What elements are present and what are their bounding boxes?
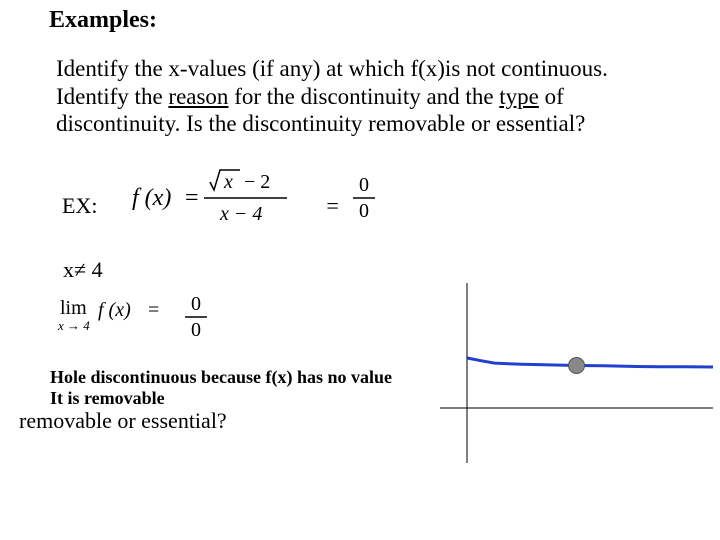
example-label: EX: (62, 193, 97, 219)
prompt-line-2c: of (539, 84, 564, 109)
answer-hole: Hole discontinuous because f(x) has no v… (50, 367, 392, 388)
prompt-line-1: Identify the x-values (if any) at which … (56, 56, 608, 81)
zz2-bottom: 0 (191, 319, 201, 341)
slide: Examples: Identify the x-values (if any)… (0, 0, 720, 540)
formula-fx: f (x) = x − 2 x − 4 (132, 168, 312, 228)
problem-prompt: Identify the x-values (if any) at which … (56, 55, 656, 138)
formula-num-minus2: − 2 (244, 171, 270, 193)
zero-over-zero-2: 0 0 (181, 292, 211, 342)
limit-eq: = (148, 299, 159, 321)
limit-sub: x → 4 (58, 318, 90, 333)
formula-equals: = (185, 185, 199, 211)
zz2-top: 0 (191, 293, 201, 315)
prompt-line-2a: Identify the (56, 84, 168, 109)
limit-fx: f (x) (98, 299, 131, 321)
limit-lim: lim (60, 297, 87, 319)
prompt-line-3: discontinuity. Is the discontinuity remo… (56, 111, 585, 136)
formula-den: x − 4 (219, 203, 262, 225)
function-graph (440, 283, 713, 463)
formula-lhs: f (x) (132, 185, 171, 211)
hole-marker-icon (569, 358, 585, 374)
section-title: Examples: (49, 7, 157, 34)
zz1-top: 0 (359, 174, 369, 196)
limit-expression: lim x → 4 f (x) = (58, 292, 168, 337)
zero-over-zero-1: 0 0 (349, 173, 379, 223)
formula-num-x: x (223, 171, 233, 193)
question-removable-essential: removable or essential? (19, 408, 227, 434)
prompt-underline-type: type (499, 84, 539, 109)
curve (467, 358, 713, 367)
prompt-line-2b: for the discontinuity and the (228, 84, 499, 109)
answer-removable: It is removable (50, 388, 165, 409)
prompt-underline-reason: reason (168, 84, 228, 109)
zz1-bottom: 0 (359, 200, 369, 222)
equals-sign: = (325, 193, 340, 219)
domain-restriction: x≠ 4 (63, 257, 103, 283)
